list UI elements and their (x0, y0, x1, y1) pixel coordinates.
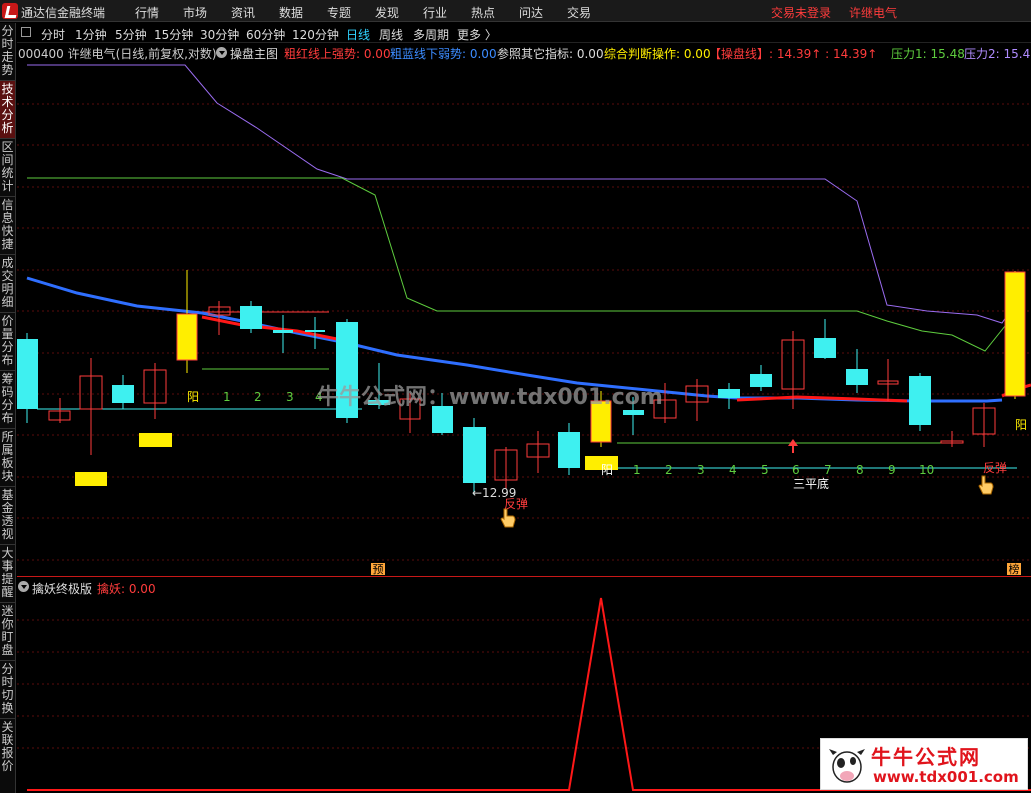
menu-item-trade[interactable]: 交易 (567, 4, 591, 21)
menu-item-wenda[interactable]: 问达 (519, 4, 543, 21)
sidebar-tab-related[interactable]: 关联报价 (0, 719, 15, 793)
sidebar-tab-technical[interactable]: 技术分析 (0, 81, 15, 139)
period-tab-1min[interactable]: 1分钟 (75, 26, 107, 43)
sidebar-tab-chips[interactable]: 筹码分布 (0, 371, 15, 429)
seq-b-3: 3 (697, 463, 705, 477)
sub-grid-lines (17, 619, 1031, 749)
sidebar-tab-intraday[interactable]: 分时走势 (0, 23, 15, 81)
yang-label-left: 阳 (187, 390, 199, 404)
seq-b-4: 4 (729, 463, 737, 477)
period-tab-intraday[interactable]: 分时 (41, 26, 65, 43)
sidebar-tab-intraday-switch[interactable]: 分时切换 (0, 661, 15, 719)
sidebar-tab-info[interactable]: 信息快捷 (0, 197, 15, 255)
ref-indicator-label: 参照其它指标: 0.00 (497, 47, 604, 61)
period-tab-weekly[interactable]: 周线 (379, 26, 403, 43)
red-up-arrow-icon (788, 439, 798, 453)
sub-indicator-title[interactable]: 擒妖终极版 (32, 580, 92, 597)
period-bar: 分时 1分钟 5分钟 15分钟 30分钟 60分钟 120分钟 日线 周线 多周… (17, 23, 1031, 43)
app-name: 通达信金融终端 (21, 6, 106, 20)
sidebar-tab-mini-watch[interactable]: 迷你盯盘 (0, 603, 15, 661)
three-bottom-label: 三平底 (793, 476, 829, 491)
sub-indicator-header: 擒妖终极版 擒妖: 0.00 (17, 578, 1031, 597)
period-tab-15min[interactable]: 15分钟 (154, 26, 193, 43)
sidebar-tab-deals[interactable]: 成交明细 (0, 255, 15, 313)
corner-watermark: 牛牛公式网 www.tdx001.com (820, 738, 1028, 790)
period-tab-multi[interactable]: 多周期 (413, 26, 449, 43)
center-watermark: 牛牛公式网：www.tdx001.com (317, 384, 663, 410)
main-candlestick-chart[interactable]: 预 榜 阳 阳 阳 1 2 3 4 1 2 3 4 5 6 7 8 9 10 ←… (17, 63, 1031, 576)
weak-blue-label: 粗蓝线下弱势: 0.00 (390, 47, 497, 61)
yang-label-mid: 阳 (601, 463, 613, 477)
login-status[interactable]: 交易未登录 (771, 4, 831, 21)
strong-red-segment-b (736, 395, 908, 403)
seq-b-9: 9 (888, 463, 896, 477)
dropdown-icon[interactable] (216, 47, 227, 58)
menu-item-industry[interactable]: 行业 (423, 4, 447, 21)
period-tab-5min[interactable]: 5分钟 (115, 26, 147, 43)
grid-lines (17, 103, 1031, 561)
yellow-signal-bars (75, 433, 618, 486)
tag-bang[interactable]: 榜 (1009, 562, 1020, 576)
menu-item-hotspot[interactable]: 热点 (471, 4, 495, 21)
sidebar-tab-range-stats[interactable]: 区间统计 (0, 139, 15, 197)
seq-b-5: 5 (761, 463, 769, 477)
pointer-hand-icon (500, 508, 516, 528)
period-tab-60min[interactable]: 60分钟 (246, 26, 285, 43)
corner-watermark-url: www.tdx001.com (873, 768, 1019, 786)
seq-b-7: 7 (824, 463, 832, 477)
seq-a-3: 3 (286, 390, 294, 404)
pressure2-label: 压力2: 15.48 (964, 47, 1031, 61)
candles (17, 270, 1026, 495)
menu-item-discover[interactable]: 发现 (375, 4, 399, 21)
sidebar-tab-sectors[interactable]: 所属板块 (0, 429, 15, 487)
seq-b-1: 1 (633, 463, 641, 477)
stock-title: 000400 许继电气(日线,前复权,对数) (18, 47, 217, 61)
yang-label-right: 阳 (1015, 418, 1027, 432)
pane-divider (17, 576, 1031, 577)
seq-b-10: 10 (919, 463, 934, 477)
corner-watermark-title: 牛牛公式网 (871, 745, 981, 769)
current-stock-name[interactable]: 许继电气 (849, 4, 897, 21)
app-logo-icon (2, 3, 18, 19)
seq-a-2: 2 (254, 390, 262, 404)
strong-red-segment-a (201, 315, 338, 341)
sub-dropdown-icon[interactable] (18, 581, 29, 592)
rebound-label-left: 反弹 (504, 497, 528, 511)
menu-bar: 通达信金融终端 行情 市场 资讯 数据 专题 发现 行业 热点 问达 交易 交易… (0, 0, 1031, 22)
menu-item-market[interactable]: 市场 (183, 4, 207, 21)
pressure1-label: 压力1: 15.48 (891, 47, 965, 61)
seq-b-6: 6 (792, 463, 800, 477)
indicator-name[interactable]: 操盘主图 (230, 45, 278, 62)
sidebar-tab-price-volume[interactable]: 价量分布 (0, 313, 15, 371)
strong-red-label: 粗红线上强势: 0.00 (284, 47, 391, 61)
sidebar-tab-funds[interactable]: 基金透视 (0, 487, 15, 545)
period-tab-30min[interactable]: 30分钟 (200, 26, 239, 43)
rebound-label-right: 反弹 (983, 461, 1007, 475)
period-toggle-icon[interactable] (21, 27, 31, 37)
sub-indicator-value: 擒妖: 0.00 (97, 582, 156, 596)
menu-item-topics[interactable]: 专题 (327, 4, 351, 21)
sidebar-tab-events[interactable]: 大事提醒 (0, 545, 15, 603)
period-tab-120min[interactable]: 120分钟 (292, 26, 339, 43)
menu-item-quotes[interactable]: 行情 (135, 4, 159, 21)
seq-a-1: 1 (223, 390, 231, 404)
oper-line-label: 【操盘线】: 14.39↑ : 14.39↑ (709, 47, 878, 61)
seq-b-8: 8 (856, 463, 864, 477)
period-tab-daily[interactable]: 日线 (346, 26, 370, 43)
menu-item-news[interactable]: 资讯 (231, 4, 255, 21)
cow-logo-icon (829, 749, 865, 783)
pressure-line-green (27, 177, 1018, 352)
seq-b-2: 2 (665, 463, 673, 477)
period-tab-more[interactable]: 更多 〉 (457, 26, 497, 43)
judge-label: 综合判断操作: 0.00 (604, 47, 711, 61)
sidebar: 分时走势 技术分析 区间统计 信息快捷 成交明细 价量分布 筹码分布 所属板块 … (0, 23, 16, 793)
tag-yu[interactable]: 预 (373, 563, 384, 576)
pointer-hand-icon (978, 475, 994, 495)
menu-item-data[interactable]: 数据 (279, 4, 303, 21)
